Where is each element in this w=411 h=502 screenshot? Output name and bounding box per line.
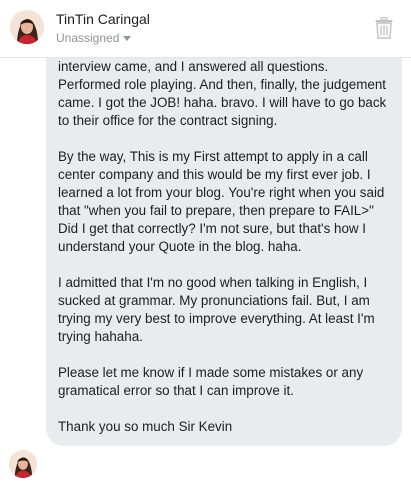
message-bubble: interview came, and I answered all quest… [46, 58, 402, 446]
sender-avatar[interactable] [9, 450, 37, 478]
chevron-down-icon [123, 36, 132, 41]
message-paragraph: I admitted that I'm no good when talking… [58, 275, 375, 344]
message-thread[interactable]: interview came, and I answered all quest… [0, 58, 411, 502]
assignment-value: Unassigned [56, 31, 120, 45]
delete-conversation-button[interactable] [375, 17, 393, 39]
message-paragraph: interview came, and I answered all quest… [58, 59, 387, 128]
conversation-header: TinTin Caringal Unassigned [0, 0, 411, 58]
trash-icon [375, 17, 393, 39]
contact-name[interactable]: TinTin Caringal [56, 11, 150, 27]
profile-photo-icon [10, 10, 44, 44]
profile-photo-icon [9, 450, 37, 478]
message-paragraph: By the way, This is my First attempt to … [58, 149, 385, 254]
message-paragraph: Please let me know if I made some mistak… [58, 365, 364, 398]
assignment-dropdown[interactable]: Unassigned [56, 31, 132, 45]
contact-avatar[interactable] [10, 10, 44, 44]
message-paragraph: Thank you so much Sir Kevin [58, 419, 233, 434]
